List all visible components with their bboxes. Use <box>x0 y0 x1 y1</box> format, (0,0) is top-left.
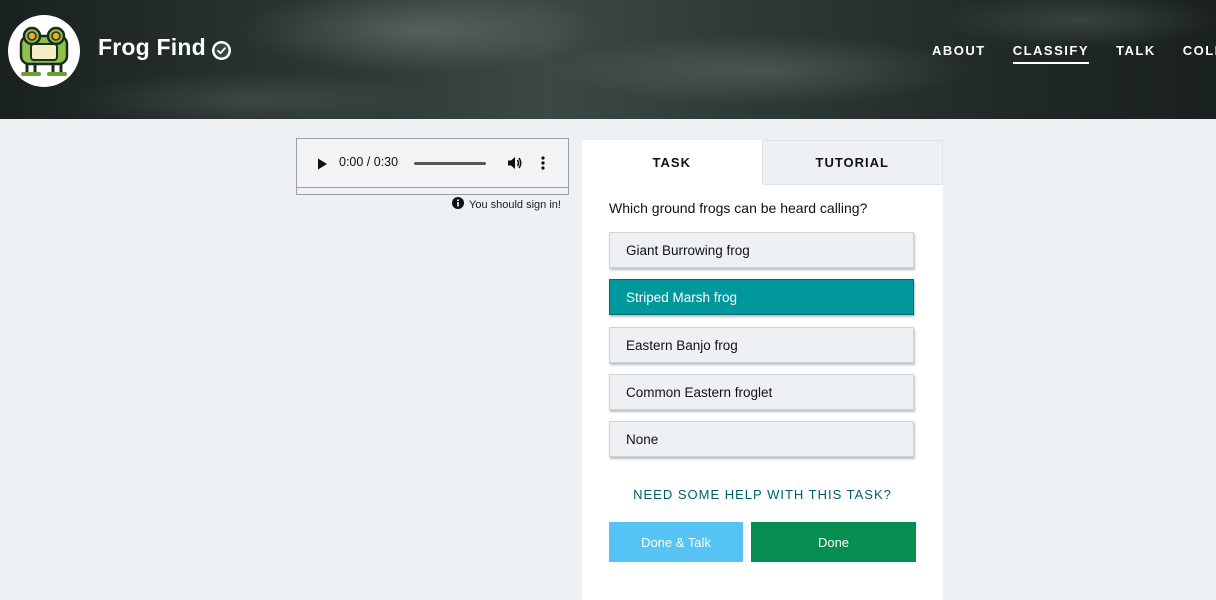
volume-icon[interactable] <box>507 155 523 176</box>
task-question: Which ground frogs can be heard calling? <box>609 200 868 216</box>
audio-time: 0:00 / 0:30 <box>339 155 399 169</box>
audio-player[interactable]: 0:00 / 0:30 <box>297 139 568 188</box>
tab-task[interactable]: TASK <box>582 140 762 185</box>
nav-classify[interactable]: CLASSIFY <box>1012 43 1090 64</box>
nav-talk[interactable]: TALK <box>1116 43 1156 64</box>
project-nav: ABOUT CLASSIFY TALK COLLECT <box>932 43 1216 64</box>
answer-option[interactable]: Giant Burrowing frog <box>609 232 914 268</box>
task-panel: TASK TUTORIAL Which ground frogs can be … <box>582 140 943 600</box>
audio-subject-viewer: 0:00 / 0:30 <box>296 138 569 195</box>
answer-option[interactable]: Common Eastern froglet <box>609 374 914 410</box>
kebab-menu-icon[interactable] <box>541 156 545 175</box>
frog-avatar-icon[interactable] <box>8 15 80 87</box>
audio-progress-bar[interactable] <box>414 162 486 165</box>
done-button[interactable]: Done <box>751 522 916 562</box>
nav-about[interactable]: ABOUT <box>932 43 986 64</box>
answer-option-selected[interactable]: Striped Marsh frog <box>609 279 914 315</box>
play-icon[interactable] <box>317 157 328 175</box>
help-link[interactable]: NEED SOME HELP WITH THIS TASK? <box>582 487 943 502</box>
signin-notice-text: You should sign in! <box>469 198 561 211</box>
task-tabs: TASK TUTORIAL <box>582 140 943 185</box>
nav-collect[interactable]: COLLECT <box>1183 43 1216 64</box>
answer-option[interactable]: Eastern Banjo frog <box>609 327 914 363</box>
verified-check-icon <box>212 41 231 60</box>
project-title[interactable]: Frog Find <box>98 34 206 61</box>
done-and-talk-button[interactable]: Done & Talk <box>609 522 743 562</box>
info-icon <box>452 197 464 212</box>
signin-notice: You should sign in! <box>452 197 561 212</box>
project-header: Frog Find ABOUT CLASSIFY TALK COLLECT <box>0 0 1216 119</box>
answer-option[interactable]: None <box>609 421 914 457</box>
tab-tutorial[interactable]: TUTORIAL <box>761 140 943 185</box>
